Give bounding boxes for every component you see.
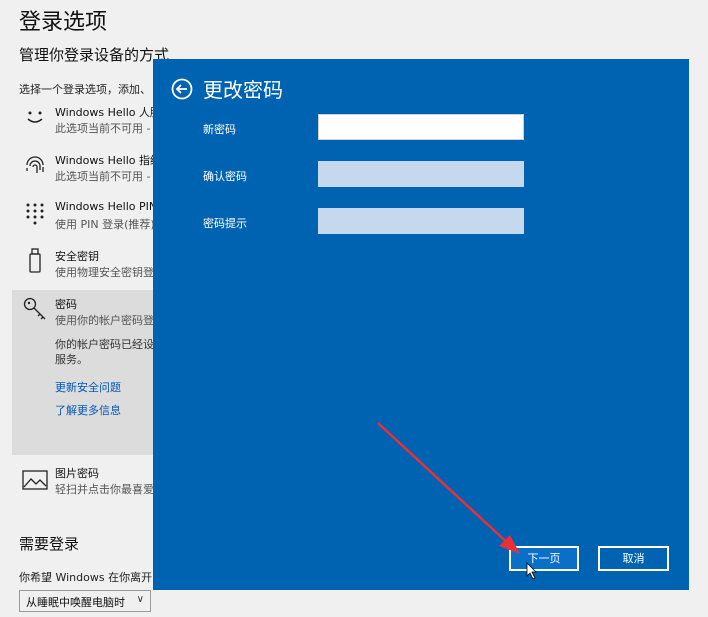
option-title: 图片密码 [55,467,99,480]
learn-more-link[interactable]: 了解更多信息 [55,402,121,418]
require-signin-dropdown[interactable]: 从睡眠中唤醒电脑时 ∨ [19,590,151,612]
cancel-button[interactable]: 取消 [598,546,669,571]
option-password[interactable]: 密码 使用你的帐户密码登 你的帐户密码已经设 服务。 [0,296,160,446]
option-subtitle: 使用 PIN 登录(推荐) [55,218,155,231]
confirm-password-input[interactable] [318,161,524,187]
dropdown-value: 从睡眠中唤醒电脑时 [26,596,125,609]
key-icon [23,297,46,320]
option-title: 密码 [55,298,77,311]
section-subtitle: 管理你登录设备的方式 [19,46,170,64]
option-title: Windows Hello 人脸 [55,106,161,119]
password-hint-label: 密码提示 [203,217,247,230]
option-security-key[interactable]: 安全密钥 使用物理安全密钥登 [0,248,160,288]
option-fingerprint[interactable]: Windows Hello 指纹 此选项当前不可用 - [0,152,161,192]
password-note-line1: 你的帐户密码已经设 [55,338,154,351]
update-security-questions-link[interactable]: 更新安全问题 [55,379,121,395]
fingerprint-icon [26,156,44,173]
option-subtitle: 使用物理安全密钥登 [55,266,154,279]
option-subtitle: 此选项当前不可用 - [55,170,151,183]
back-arrow-icon[interactable] [171,78,193,100]
option-title: Windows Hello PIN [55,200,158,213]
new-password-label: 新密码 [203,123,236,136]
picture-icon [22,470,48,490]
pin-keypad-icon [26,203,44,225]
next-button[interactable]: 下一页 [509,546,579,571]
section-description: 选择一个登录选项，添加、 [19,83,151,96]
require-signin-description: 你希望 Windows 在你离开中 [19,571,164,584]
option-title: 安全密钥 [55,250,99,263]
page-title: 登录选项 [19,10,108,35]
option-face[interactable]: Windows Hello 人脸 此选项当前不可用 - [0,104,161,144]
option-pin[interactable]: Windows Hello PIN 使用 PIN 登录(推荐) [0,200,160,240]
usb-key-icon [29,248,41,273]
chevron-down-icon: ∨ [136,594,144,605]
option-subtitle: 轻扫并点击你最喜爱 [55,483,154,496]
new-password-input[interactable] [318,114,524,140]
option-picture-password[interactable]: 图片密码 轻扫并点击你最喜爱 [0,465,160,505]
option-subtitle: 使用你的帐户密码登 [55,314,154,327]
password-note-line2: 服务。 [55,353,88,366]
option-title: Windows Hello 指纹 [55,154,161,167]
change-password-dialog: 更改密码 新密码 确认密码 密码提示 下一页 取消 [153,59,689,590]
dialog-title: 更改密码 [203,78,283,102]
require-signin-title: 需要登录 [19,535,80,553]
option-subtitle: 此选项当前不可用 - [55,122,151,135]
confirm-password-label: 确认密码 [203,170,247,183]
face-icon [27,111,43,123]
password-hint-input[interactable] [318,208,524,234]
